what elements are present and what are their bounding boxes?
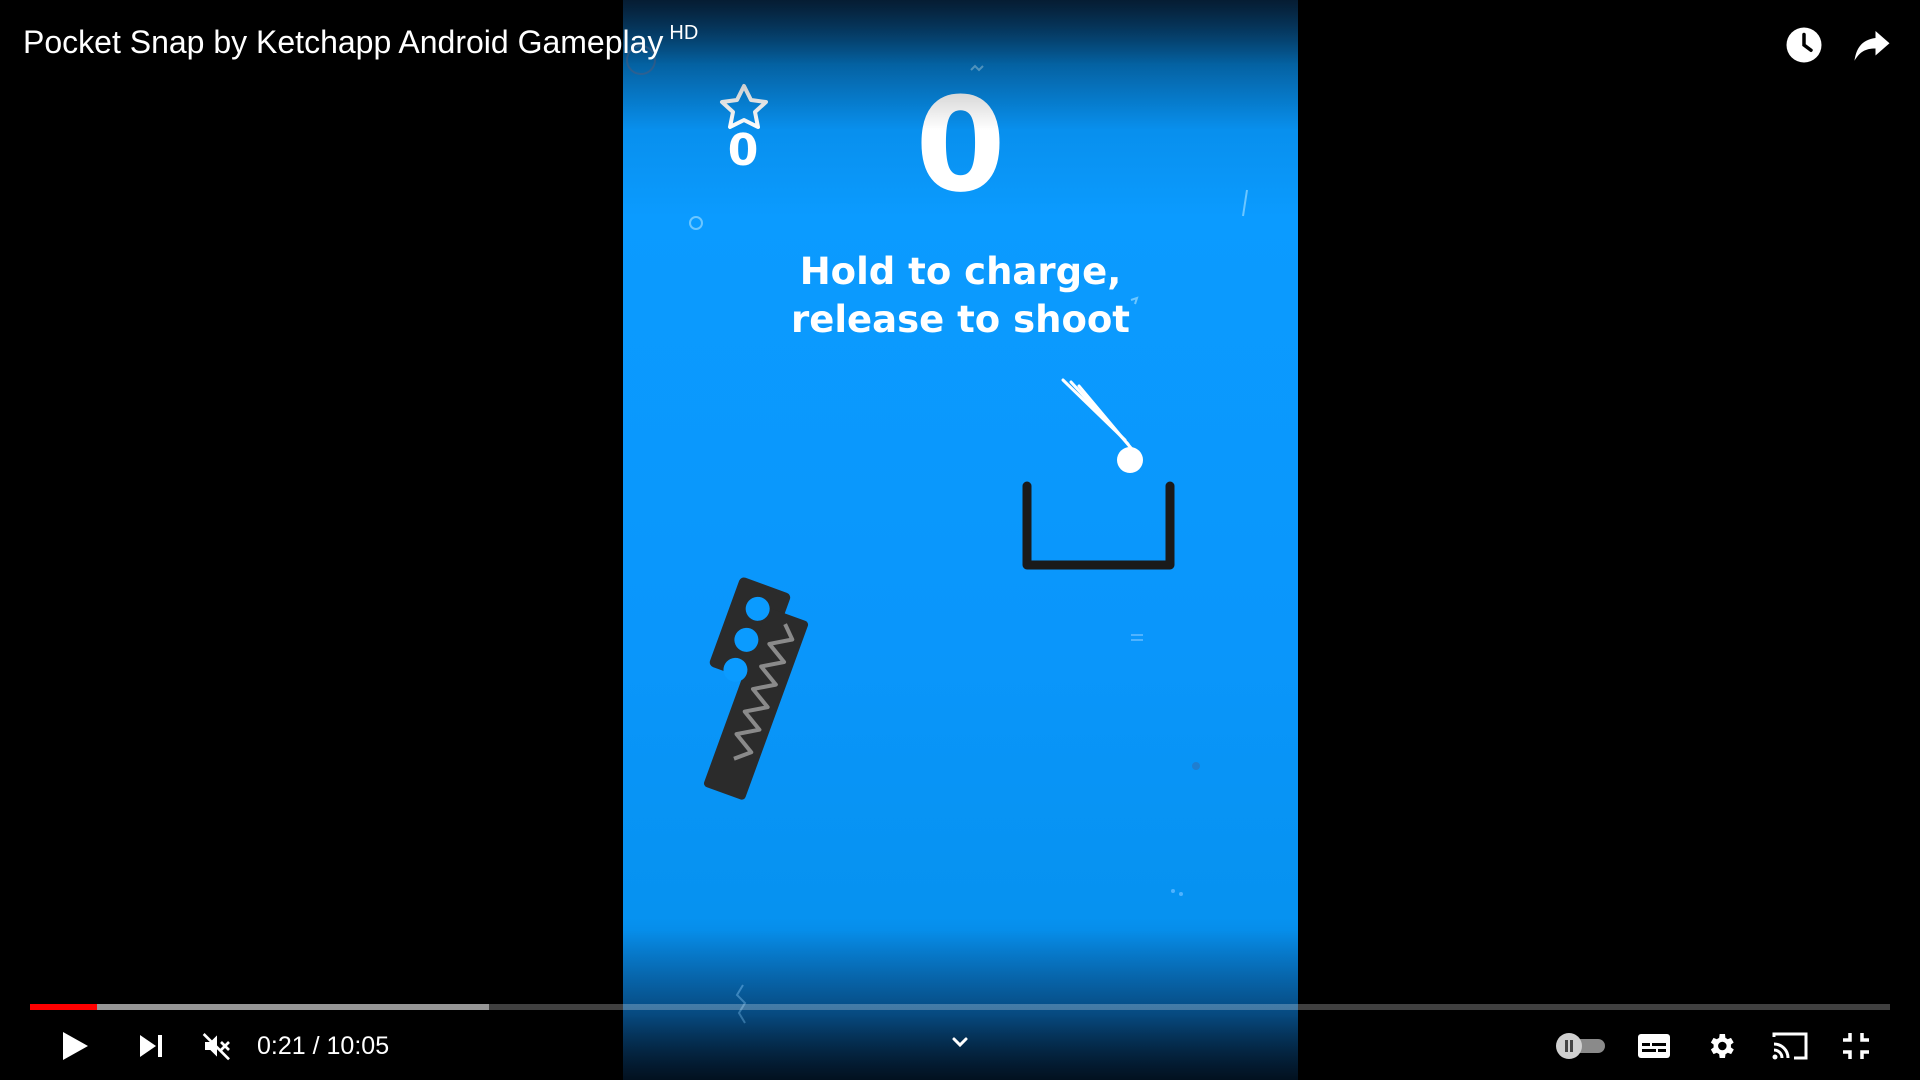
next-button[interactable] <box>133 1026 169 1066</box>
clock-icon[interactable] <box>1783 24 1825 66</box>
progress-bar[interactable] <box>30 1004 1890 1010</box>
ball-trail <box>1077 384 1133 450</box>
settings-button[interactable] <box>1703 1026 1739 1066</box>
time-separator: / <box>312 1032 320 1060</box>
confetti-dots <box>1179 892 1183 896</box>
cast-icon <box>1772 1032 1808 1060</box>
play-icon <box>63 1032 88 1060</box>
exit-fullscreen-icon <box>1843 1033 1869 1059</box>
confetti-dot <box>1192 762 1200 770</box>
instruction-text: Hold to charge, release to shoot <box>623 248 1298 344</box>
stars-count: 0 <box>727 125 759 176</box>
duration: 10:05 <box>326 1032 390 1060</box>
skip-next-icon <box>140 1035 162 1057</box>
share-arrow-icon[interactable] <box>1851 24 1893 66</box>
captions-button[interactable] <box>1636 1026 1672 1066</box>
autoplay-toggle[interactable] <box>1554 1026 1608 1066</box>
cast-button[interactable] <box>1770 1026 1810 1066</box>
subtitles-icon <box>1638 1034 1670 1058</box>
confetti-bars <box>1131 634 1143 641</box>
gear-icon <box>1710 1034 1734 1058</box>
autoplay-toggle-icon <box>1556 1033 1605 1059</box>
current-time: 0:21 <box>257 1032 306 1060</box>
launcher <box>703 577 809 800</box>
target-basket <box>1022 481 1175 570</box>
ball <box>1117 447 1143 473</box>
instruction-line: release to shoot <box>791 298 1130 341</box>
played-bar <box>30 1004 97 1010</box>
video-title[interactable]: Pocket Snap by Ketchapp Android Gameplay… <box>23 22 699 61</box>
time-display: 0:21 / 10:05 <box>257 1032 389 1061</box>
exit-fullscreen-button[interactable] <box>1838 1026 1874 1066</box>
video-frame[interactable]: 0 0 Hold to charge, release to shoot <box>623 0 1298 1080</box>
instruction-line: Hold to charge, <box>799 250 1122 293</box>
buffered-bar <box>30 1004 490 1010</box>
chevron-down-icon[interactable] <box>945 1030 975 1054</box>
hd-badge: HD <box>669 22 699 44</box>
video-title-text: Pocket Snap by Ketchapp Android Gameplay <box>23 24 664 60</box>
confetti-dots <box>1171 889 1175 893</box>
play-button[interactable] <box>55 1026 95 1066</box>
mute-button[interactable] <box>197 1026 237 1066</box>
volume-muted-icon <box>202 1033 230 1061</box>
